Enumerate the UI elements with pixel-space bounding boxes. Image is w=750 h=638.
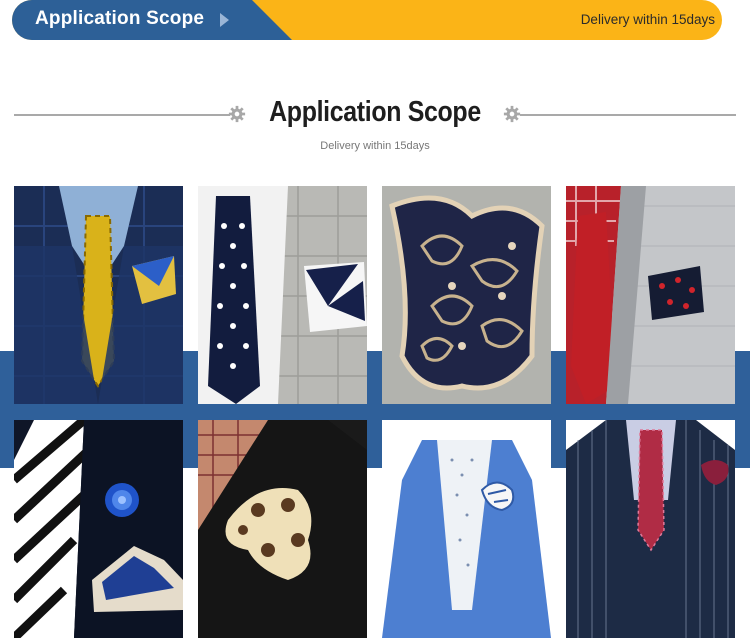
- section-subtitle: Delivery within 15days: [320, 140, 430, 152]
- section-title: Application Scope: [269, 96, 481, 128]
- gallery-photo-3[interactable]: [382, 186, 551, 404]
- gallery-photo-4[interactable]: [566, 186, 735, 404]
- gallery-photo-5[interactable]: [14, 420, 183, 638]
- gallery-photo-1[interactable]: [14, 186, 183, 404]
- banner-title: Application Scope: [35, 8, 205, 29]
- gallery-photo-8[interactable]: [566, 420, 735, 638]
- gallery-photo-6[interactable]: [198, 420, 367, 638]
- play-arrow-icon: [220, 13, 229, 27]
- gallery-photo-2[interactable]: [198, 186, 367, 404]
- top-banner: Application Scope Delivery within 15days: [12, 0, 722, 40]
- gallery-photo-7[interactable]: [382, 420, 551, 638]
- banner-delivery-note: Delivery within 15days: [580, 12, 715, 27]
